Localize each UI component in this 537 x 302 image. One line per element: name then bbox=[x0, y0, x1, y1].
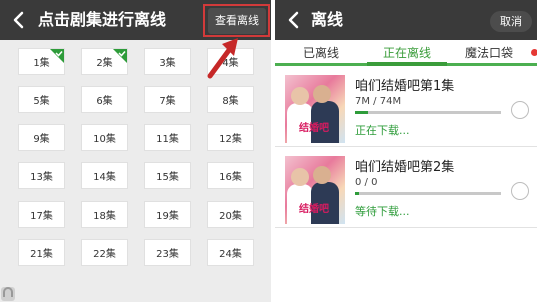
episode-label: 22集 bbox=[93, 249, 116, 260]
episode-cell[interactable]: 6集 bbox=[81, 86, 128, 113]
episode-label: 23集 bbox=[156, 249, 179, 260]
episode-label: 15集 bbox=[156, 172, 179, 183]
download-status: 正在下载... bbox=[355, 124, 410, 137]
episode-cell[interactable]: 20集 bbox=[207, 201, 254, 228]
select-radio[interactable] bbox=[511, 182, 529, 200]
episode-cell[interactable]: 19集 bbox=[144, 201, 191, 228]
episode-label: 2集 bbox=[96, 58, 113, 69]
notification-dot bbox=[531, 49, 537, 56]
episode-cell[interactable]: 8集 bbox=[207, 86, 254, 113]
download-title: 咱们结婚吧第2集 bbox=[355, 160, 455, 175]
episode-cell[interactable]: 23集 bbox=[144, 239, 191, 266]
episode-label: 20集 bbox=[219, 211, 242, 222]
episode-cell[interactable]: 17集 bbox=[18, 201, 65, 228]
episode-cell[interactable]: 24集 bbox=[207, 239, 254, 266]
download-size: 7M / 74M bbox=[355, 96, 402, 107]
episode-label: 17集 bbox=[30, 211, 53, 222]
episode-cell[interactable]: 1集 bbox=[18, 48, 65, 75]
back-arrow-icon[interactable] bbox=[285, 11, 303, 29]
offline-screen: 离线 取消 已离线 正在离线 魔法口袋 结婚吧 咱们结婚吧第1集 7M / 74… bbox=[275, 0, 537, 302]
episode-cell[interactable]: 18集 bbox=[81, 201, 128, 228]
left-top-bar: 点击剧集进行离线 查看离线 bbox=[0, 0, 271, 40]
download-progress-bar bbox=[355, 192, 501, 195]
right-page-title: 离线 bbox=[311, 10, 344, 29]
episode-cell[interactable]: 16集 bbox=[207, 162, 254, 189]
episode-cell[interactable]: 5集 bbox=[18, 86, 65, 113]
episode-cell[interactable]: 10集 bbox=[81, 124, 128, 151]
download-progress-fill bbox=[355, 111, 369, 114]
pointer-arrow-icon bbox=[207, 38, 238, 79]
episode-thumbnail: 结婚吧 bbox=[285, 75, 345, 143]
episode-label: 12集 bbox=[219, 134, 242, 145]
episode-picker-screen: 点击剧集进行离线 查看离线 1集 2集 3集 4集 5集 6集 7集 8集 9集 10集 11集 12… bbox=[0, 0, 271, 302]
episode-cell[interactable]: 22集 bbox=[81, 239, 128, 266]
episode-cell[interactable]: 11集 bbox=[144, 124, 191, 151]
highlight-box bbox=[203, 4, 270, 37]
download-size: 0 / 0 bbox=[355, 177, 378, 188]
episode-label: 21集 bbox=[30, 249, 53, 260]
episode-label: 24集 bbox=[219, 249, 242, 260]
episode-label: 5集 bbox=[33, 96, 50, 107]
episode-label: 13集 bbox=[30, 172, 53, 183]
episode-label: 10集 bbox=[93, 134, 116, 145]
download-progress-fill bbox=[355, 192, 360, 195]
episode-label: 6集 bbox=[96, 96, 113, 107]
download-progress-bar bbox=[355, 111, 501, 114]
episode-label: 1集 bbox=[33, 58, 50, 69]
episode-cell[interactable]: 15集 bbox=[144, 162, 191, 189]
downloaded-check-icon bbox=[50, 49, 64, 63]
episode-label: 8集 bbox=[222, 96, 239, 107]
episode-label: 18集 bbox=[93, 211, 116, 222]
downloaded-check-icon bbox=[113, 49, 127, 63]
episode-cell[interactable]: 9集 bbox=[18, 124, 65, 151]
download-item[interactable]: 结婚吧 咱们结婚吧第2集 0 / 0 等待下载... bbox=[275, 148, 537, 228]
episode-label: 14集 bbox=[93, 172, 116, 183]
cancel-button[interactable]: 取消 bbox=[490, 11, 532, 32]
episode-label: 19集 bbox=[156, 211, 179, 222]
episode-label: 9集 bbox=[33, 134, 50, 145]
episode-cell[interactable]: 13集 bbox=[18, 162, 65, 189]
download-item[interactable]: 结婚吧 咱们结婚吧第1集 7M / 74M 正在下载... bbox=[275, 67, 537, 147]
episode-cell[interactable]: 2集 bbox=[81, 48, 128, 75]
episode-cell[interactable]: 7集 bbox=[144, 86, 191, 113]
episode-thumbnail: 结婚吧 bbox=[285, 156, 345, 224]
active-tab-indicator bbox=[367, 62, 447, 66]
episode-cell[interactable]: 21集 bbox=[18, 239, 65, 266]
download-status: 等待下载... bbox=[355, 205, 410, 218]
episode-label: 16集 bbox=[219, 172, 242, 183]
left-page-title: 点击剧集进行离线 bbox=[38, 10, 167, 29]
episode-cell[interactable]: 14集 bbox=[81, 162, 128, 189]
corner-icon bbox=[1, 287, 15, 301]
episode-cell[interactable]: 12集 bbox=[207, 124, 254, 151]
back-arrow-icon[interactable] bbox=[10, 11, 28, 29]
episode-label: 3集 bbox=[159, 58, 176, 69]
right-top-bar: 离线 取消 bbox=[275, 0, 537, 40]
select-radio[interactable] bbox=[511, 101, 529, 119]
episode-cell[interactable]: 3集 bbox=[144, 48, 191, 75]
download-title: 咱们结婚吧第1集 bbox=[355, 79, 455, 94]
episode-label: 11集 bbox=[156, 134, 179, 145]
episode-label: 7集 bbox=[159, 96, 176, 107]
